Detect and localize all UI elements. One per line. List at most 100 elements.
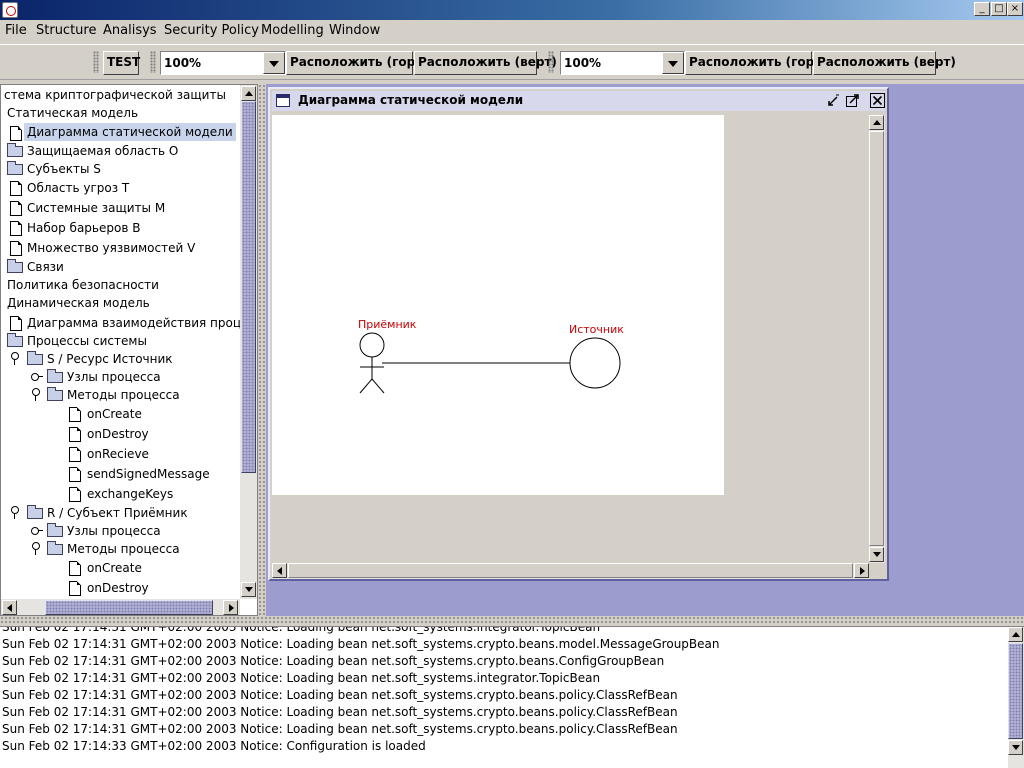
window-title-bar[interactable]: _ □ ×	[0, 0, 1024, 20]
scroll-up-icon[interactable]	[1008, 627, 1023, 642]
scroll-right-icon[interactable]	[854, 563, 869, 578]
iconify-icon[interactable]	[826, 93, 841, 108]
tree-item-process-nodes[interactable]: Узлы процесса	[67, 522, 161, 540]
expand-handle-icon[interactable]	[31, 388, 40, 402]
scroll-thumb[interactable]	[1008, 643, 1023, 739]
scroll-thumb[interactable]	[869, 131, 884, 546]
tree-item-method[interactable]: onDestroy	[87, 579, 149, 597]
toolbar-grip[interactable]	[93, 51, 99, 73]
menu-analisys[interactable]: Analisys	[103, 23, 157, 38]
vertical-splitter[interactable]	[258, 84, 266, 616]
tree-item-root[interactable]: стема криптографической защиты	[4, 86, 226, 104]
scroll-up-icon[interactable]	[869, 115, 884, 130]
zoom-combo-2[interactable]: 100%	[560, 51, 685, 75]
folder-icon	[47, 369, 63, 383]
folder-icon	[7, 259, 23, 273]
menu-structure[interactable]: Structure	[36, 23, 96, 38]
diagram-vertical-scrollbar[interactable]	[869, 115, 885, 563]
tree-item-process-nodes[interactable]: Узлы процесса	[67, 368, 161, 386]
tree-item-security-policy[interactable]: Политика безопасности	[7, 276, 159, 294]
scroll-right-icon[interactable]	[223, 600, 238, 615]
scroll-thumb[interactable]	[241, 101, 256, 473]
tree-horizontal-scrollbar[interactable]	[1, 599, 240, 615]
tree-item-links[interactable]: Связи	[27, 258, 64, 276]
tree-item-process-methods[interactable]: Методы процесса	[67, 386, 180, 404]
tree-item-interaction-diagram[interactable]: Диаграмма взаимодействия процесс	[27, 314, 257, 332]
menu-security-policy[interactable]: Security Policy	[164, 23, 259, 38]
tree-item-protected-area[interactable]: Защищаемая область O	[27, 142, 178, 160]
tree-item-barriers[interactable]: Набор барьеров B	[27, 219, 140, 237]
expand-handle-icon[interactable]	[10, 506, 19, 520]
log-panel: Sun Feb 02 17:14:31 GMT+02:00 2003 Notic…	[0, 626, 1024, 768]
document-icon	[10, 126, 22, 141]
app-icon[interactable]	[2, 2, 18, 18]
log-line: Sun Feb 02 17:14:31 GMT+02:00 2003 Notic…	[2, 722, 678, 736]
menu-modelling[interactable]: Modelling	[261, 23, 324, 38]
toolbar-grip[interactable]	[150, 51, 156, 73]
tree-item-system-protections[interactable]: Системные защиты M	[27, 199, 165, 217]
tree-item-subjects[interactable]: Субъекты S	[27, 160, 101, 178]
tree-item-static-diagram[interactable]: Диаграмма статической модели	[24, 123, 236, 141]
tree-item-dynamic-model[interactable]: Динамическая модель	[7, 294, 150, 312]
folder-icon	[7, 161, 23, 175]
tree-item-process-receiver[interactable]: R / Субъект Приёмник	[47, 504, 188, 522]
tree-item-method[interactable]: exchangeKeys	[87, 485, 173, 503]
log-vertical-scrollbar[interactable]	[1008, 627, 1024, 768]
minimize-button[interactable]: _	[974, 2, 990, 16]
tree-item-vulnerabilities[interactable]: Множество уязвимостей V	[27, 239, 195, 257]
chevron-down-icon[interactable]	[263, 52, 285, 74]
menu-window[interactable]: Window	[329, 23, 380, 38]
zoom-combo-1[interactable]: 100%	[160, 51, 286, 75]
diagram-viewport: Приёмник Источник	[272, 115, 868, 563]
close-button[interactable]: ×	[1007, 2, 1023, 16]
actor-receiver[interactable]	[359, 332, 385, 394]
resource-source-circle[interactable]	[569, 337, 621, 389]
diagram-canvas[interactable]: Приёмник Источник	[272, 115, 724, 495]
tree-item-threats[interactable]: Область угроз T	[27, 179, 129, 197]
arrange-horizontal-button[interactable]: Расположить (гориз)	[685, 51, 835, 75]
tree-item-method[interactable]: onDestroy	[87, 425, 149, 443]
chevron-down-icon[interactable]	[662, 52, 684, 74]
scroll-thumb[interactable]	[288, 563, 853, 578]
folder-icon	[27, 351, 43, 365]
menu-file[interactable]: File	[5, 23, 27, 38]
arrange-vertical-button[interactable]: Расположить (верт)	[813, 51, 956, 75]
toolbar-grip[interactable]	[548, 51, 554, 73]
arrange-vertical-button[interactable]: Расположить (верт)	[414, 51, 557, 75]
scroll-up-icon[interactable]	[241, 86, 256, 101]
tree-vertical-scrollbar[interactable]	[240, 85, 257, 599]
scroll-down-icon[interactable]	[869, 547, 884, 562]
document-icon	[10, 221, 22, 236]
window-icon	[276, 94, 290, 107]
close-icon[interactable]	[870, 93, 885, 108]
tree-item-system-processes[interactable]: Процессы системы	[27, 332, 147, 350]
expand-handle-icon[interactable]	[31, 542, 40, 556]
tree-item-method[interactable]: sendSignedMessage	[87, 465, 210, 483]
collapsed-handle-icon[interactable]	[31, 373, 43, 381]
expand-handle-icon[interactable]	[10, 352, 19, 366]
scroll-left-icon[interactable]	[272, 563, 287, 578]
tree-item-process-source[interactable]: S / Ресурс Источник	[47, 350, 173, 368]
scroll-left-icon[interactable]	[2, 600, 17, 615]
maximize-button[interactable]: □	[991, 2, 1007, 16]
scroll-down-icon[interactable]	[241, 582, 256, 597]
tree-item-process-methods[interactable]: Методы процесса	[67, 540, 180, 558]
maximize-icon[interactable]	[845, 93, 860, 108]
arrange-horizontal-button[interactable]: Расположить (гориз)	[286, 51, 436, 75]
scroll-down-icon[interactable]	[1008, 740, 1023, 755]
test-button[interactable]: TEST	[103, 51, 140, 75]
close-icon: ×	[1010, 3, 1020, 14]
horizontal-splitter[interactable]	[0, 616, 1024, 624]
collapsed-handle-icon[interactable]	[31, 527, 43, 535]
document-icon	[69, 407, 81, 422]
tree-item-method[interactable]: onCreate	[87, 559, 142, 577]
tree-item-static-model[interactable]: Статическая модель	[7, 104, 138, 122]
document-icon	[69, 561, 81, 576]
tree-item-method[interactable]: onRecieve	[87, 445, 149, 463]
log-line: Sun Feb 02 17:14:31 GMT+02:00 2003 Notic…	[2, 654, 665, 668]
diagram-horizontal-scrollbar[interactable]	[272, 563, 869, 579]
scroll-thumb[interactable]	[45, 600, 213, 615]
document-icon	[10, 201, 22, 216]
tree-item-method[interactable]: onCreate	[87, 405, 142, 423]
diagram-window-title-bar[interactable]: Диаграмма статической модели	[272, 91, 885, 111]
